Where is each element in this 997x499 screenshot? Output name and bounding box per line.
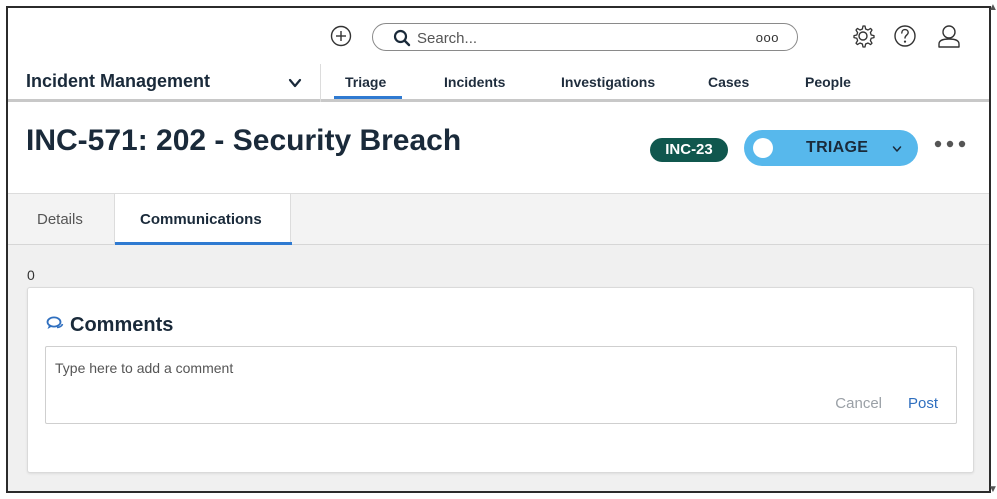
scroll-down-icon[interactable]: ▼ xyxy=(988,484,997,495)
comment-input[interactable]: Type here to add a comment Cancel Post xyxy=(45,346,957,424)
workflow-status-button[interactable]: TRIAGE xyxy=(744,130,918,166)
help-icon[interactable] xyxy=(892,23,918,49)
app-name[interactable]: Incident Management xyxy=(26,71,210,92)
scroll-up-icon[interactable]: ▲ xyxy=(988,2,997,13)
search-placeholder: Search... xyxy=(417,30,478,47)
more-options-icon[interactable] xyxy=(934,139,966,149)
search-icon xyxy=(393,29,411,47)
communications-panel: 0 Comments Type here to add a comment Ca… xyxy=(8,245,989,491)
record-header: INC-571: 202 - Security Breach INC-23 TR… xyxy=(8,102,989,193)
app-window: Search... ooo Incident Management Triage… xyxy=(6,6,991,493)
nav-tab-cases[interactable]: Cases xyxy=(708,74,749,90)
communication-count: 0 xyxy=(27,267,35,283)
add-icon[interactable] xyxy=(330,25,352,47)
status-label: TRIAGE xyxy=(806,139,869,156)
record-tabs: Details Communications xyxy=(8,193,989,246)
comments-icon xyxy=(46,316,64,329)
comments-card: Comments Type here to add a comment Canc… xyxy=(27,287,974,473)
nav-divider xyxy=(320,64,321,102)
post-button[interactable]: Post xyxy=(908,395,938,412)
comments-heading: Comments xyxy=(46,314,173,337)
search-input[interactable]: Search... ooo xyxy=(372,23,798,51)
settings-icon[interactable] xyxy=(850,23,876,49)
app-navigation: Incident Management Triage Incidents Inv… xyxy=(8,64,989,102)
nav-tab-investigations[interactable]: Investigations xyxy=(561,74,655,90)
record-badge: INC-23 xyxy=(650,138,728,162)
cancel-button[interactable]: Cancel xyxy=(835,395,882,412)
nav-tab-people[interactable]: People xyxy=(805,74,851,90)
nav-tab-incidents[interactable]: Incidents xyxy=(444,74,505,90)
chevron-down-icon xyxy=(892,146,902,152)
chevron-down-icon[interactable] xyxy=(288,76,302,90)
tab-communications[interactable]: Communications xyxy=(114,194,292,246)
comments-title: Comments xyxy=(70,314,174,336)
comment-placeholder: Type here to add a comment xyxy=(55,360,234,376)
tab-details[interactable]: Details xyxy=(8,194,114,245)
nav-tab-triage[interactable]: Triage xyxy=(345,74,386,90)
status-knob xyxy=(753,138,773,158)
user-icon[interactable] xyxy=(936,23,962,49)
search-options-icon[interactable]: ooo xyxy=(756,30,779,45)
active-nav-indicator xyxy=(334,96,402,99)
page-title: INC-571: 202 - Security Breach xyxy=(26,124,462,157)
tab-details-label: Details xyxy=(37,211,83,228)
tab-communications-label: Communications xyxy=(140,211,262,228)
top-bar: Search... ooo xyxy=(8,8,989,64)
